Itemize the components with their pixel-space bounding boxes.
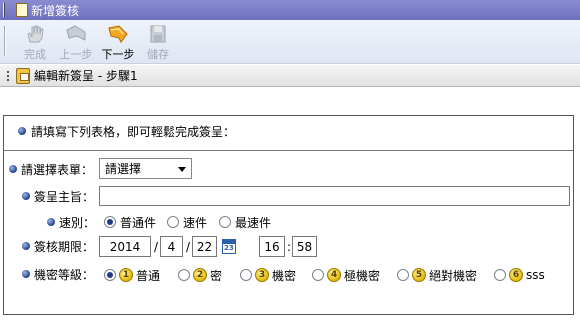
deadline-month-input[interactable]: 4: [160, 236, 183, 257]
secrecy-option-absolute-secret[interactable]: 5 絕對機密: [397, 266, 477, 284]
level-2-badge-icon: 2: [193, 268, 207, 282]
back-arrow-icon: [66, 25, 86, 41]
document-icon: [16, 3, 28, 17]
hour-value: 16: [264, 239, 280, 254]
step-title: 編輯新簽呈 - 步驟1: [34, 69, 138, 83]
bullet-icon: [47, 218, 55, 226]
speed-option-label: 速件: [183, 215, 208, 230]
bullet-icon: [22, 192, 30, 200]
secrecy-option-label: 普通: [136, 268, 161, 283]
secrecy-option-label: 絕對機密: [429, 268, 478, 283]
radio-button[interactable]: [312, 269, 324, 281]
speed-label: 速別：: [59, 215, 96, 230]
title-bar: 新增簽核: [0, 0, 580, 20]
secrecy-option-label: sss: [526, 268, 545, 282]
speed-option-normal[interactable]: 普通件: [104, 214, 156, 230]
form-select-row: 請選擇表單：: [9, 159, 93, 179]
secrecy-option-label: 密: [210, 268, 223, 283]
secrecy-option-top-secret[interactable]: 4 極機密: [312, 266, 380, 284]
date-separator: /: [154, 240, 159, 254]
speed-option-most-urgent[interactable]: 最速件: [219, 214, 271, 230]
deadline-year-input[interactable]: 2014: [99, 236, 151, 257]
bullet-icon: [9, 165, 17, 173]
secrecy-option-normal[interactable]: 1 普通: [104, 266, 160, 284]
month-value: 4: [167, 239, 176, 254]
level-1-badge-icon: 1: [119, 268, 133, 282]
radio-button[interactable]: [494, 269, 506, 281]
radio-button[interactable]: [167, 216, 179, 228]
calendar-icon[interactable]: [222, 239, 236, 254]
form-select-value: 請選擇: [105, 162, 142, 176]
secrecy-option-label: 機密: [272, 268, 297, 283]
level-5-badge-icon: 5: [412, 268, 426, 282]
bullet-icon: [22, 270, 30, 278]
speed-option-label: 普通件: [120, 215, 157, 230]
radio-button[interactable]: [240, 269, 252, 281]
divider: [4, 150, 573, 151]
secrecy-row: 機密等級：: [22, 264, 94, 284]
time-separator: :: [287, 240, 292, 254]
deadline-day-input[interactable]: 22: [192, 236, 217, 257]
deadline-label: 簽核期限：: [34, 239, 95, 254]
minute-value: 58: [296, 239, 313, 254]
finish-button[interactable]: 完成: [15, 22, 55, 62]
step-bar: 編輯新簽呈 - 步驟1: [0, 65, 580, 87]
bullet-icon: [22, 242, 30, 250]
grip-dots-icon: [6, 69, 10, 82]
intro-text: 請填寫下列表格，即可輕鬆完成簽呈：: [31, 124, 236, 139]
form-select-dropdown[interactable]: 請選擇: [99, 158, 192, 179]
hand-icon: [27, 25, 44, 43]
radio-button[interactable]: [104, 216, 116, 228]
date-separator: /: [186, 240, 191, 254]
edit-document-icon: [16, 67, 30, 84]
speed-option-label: 最速件: [235, 215, 272, 230]
window-title: 新增簽核: [31, 3, 80, 18]
drag-grip-icon[interactable]: [3, 2, 15, 18]
day-value: 22: [196, 239, 213, 254]
toolbar-grip[interactable]: [4, 26, 6, 56]
finish-button-label: 完成: [24, 48, 46, 61]
save-button[interactable]: 儲存: [138, 22, 178, 62]
save-label: 儲存: [147, 48, 169, 61]
next-step-button[interactable]: 下一步: [98, 22, 138, 62]
radio-button[interactable]: [178, 269, 190, 281]
bullet-icon: [18, 127, 26, 135]
previous-step-label: 上一步: [59, 48, 93, 61]
radio-button[interactable]: [219, 216, 231, 228]
subject-row: 簽呈主旨：: [22, 186, 94, 206]
form-intro: 請填寫下列表格，即可輕鬆完成簽呈：: [18, 123, 235, 139]
deadline-minute-input[interactable]: 58: [292, 236, 317, 257]
secrecy-option-label: 極機密: [344, 268, 381, 283]
level-4-badge-icon: 4: [327, 268, 341, 282]
subject-label: 簽呈主旨：: [34, 189, 95, 204]
deadline-row: 簽核期限：: [22, 236, 94, 256]
save-disk-icon: [150, 25, 166, 43]
level-6-badge-icon: 6: [509, 268, 523, 282]
secrecy-option-confidential[interactable]: 2 密: [178, 266, 222, 284]
form-select-label: 請選擇表單：: [21, 162, 94, 177]
speed-row: 速別：: [47, 212, 95, 232]
speed-option-urgent[interactable]: 速件: [167, 214, 207, 230]
secrecy-option-secret[interactable]: 3 機密: [240, 266, 296, 284]
secrecy-label: 機密等級：: [34, 267, 95, 282]
previous-step-button[interactable]: 上一步: [56, 22, 96, 62]
next-step-label: 下一步: [101, 48, 135, 61]
chevron-down-icon: [178, 167, 186, 172]
toolbar: 完成 上一步 下一步 儲存: [0, 20, 580, 64]
level-3-badge-icon: 3: [255, 268, 269, 282]
subject-input[interactable]: [99, 186, 570, 206]
radio-button[interactable]: [104, 269, 116, 281]
year-value: 2014: [109, 239, 141, 254]
deadline-hour-input[interactable]: 16: [259, 236, 285, 257]
radio-button[interactable]: [397, 269, 409, 281]
secrecy-option-sss[interactable]: 6 sss: [494, 266, 545, 284]
next-arrow-icon: [108, 25, 128, 43]
